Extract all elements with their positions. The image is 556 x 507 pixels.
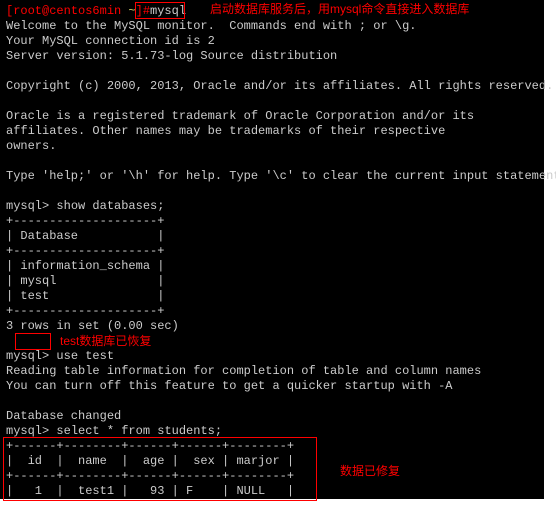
mysql-prompt: mysql>	[6, 349, 56, 363]
sql-cmd[interactable]: show databases;	[56, 199, 164, 213]
table-row: | information_schema |	[6, 259, 164, 273]
intro-line: Server version: 5.1.73-log Source distri…	[6, 49, 337, 63]
mysql-prompt: mysql>	[6, 424, 56, 438]
annotation-start-db: 启动数据库服务后，用mysql命令直接进入数据库	[210, 2, 469, 17]
result-footer: 3 rows in set (0.00 sec)	[6, 319, 179, 333]
table-row: | test |	[6, 289, 164, 303]
intro-line: Type 'help;' or '\h' for help. Type '\c'…	[6, 169, 556, 183]
highlight-box-students-table	[3, 437, 317, 501]
sql-cmd[interactable]: select * from students;	[56, 424, 222, 438]
intro-line: Copyright (c) 2000, 2013, Oracle and/or …	[6, 79, 553, 93]
output-line: Database changed	[6, 409, 121, 423]
table-sep: +--------------------+	[6, 214, 164, 228]
sql-cmd[interactable]: use test	[56, 349, 114, 363]
intro-line: Your MySQL connection id is 2	[6, 34, 215, 48]
table-sep: +--------------------+	[6, 244, 164, 258]
highlight-box-test-db	[15, 333, 51, 350]
annotation-test-restored: test数据库已恢复	[60, 334, 151, 349]
highlight-box-mysql-cmd	[135, 2, 185, 19]
output-line: You can turn off this feature to get a q…	[6, 379, 452, 393]
output-line: Reading table information for completion…	[6, 364, 481, 378]
terminal[interactable]: [root@centos6min ~]#mysql Welcome to the…	[0, 0, 544, 499]
intro-line: Oracle is a registered trademark of Orac…	[6, 109, 474, 123]
prompt-user-host: [root@centos6min	[6, 4, 128, 18]
table-header: | Database |	[6, 229, 164, 243]
mysql-prompt: mysql>	[6, 199, 56, 213]
table-row: | mysql |	[6, 274, 164, 288]
intro-line: affiliates. Other names may be trademark…	[6, 124, 445, 138]
intro-line: Welcome to the MySQL monitor. Commands e…	[6, 19, 416, 33]
table-sep: +--------------------+	[6, 304, 164, 318]
intro-line: owners.	[6, 139, 56, 153]
annotation-data-restored: 数据已修复	[340, 464, 400, 479]
